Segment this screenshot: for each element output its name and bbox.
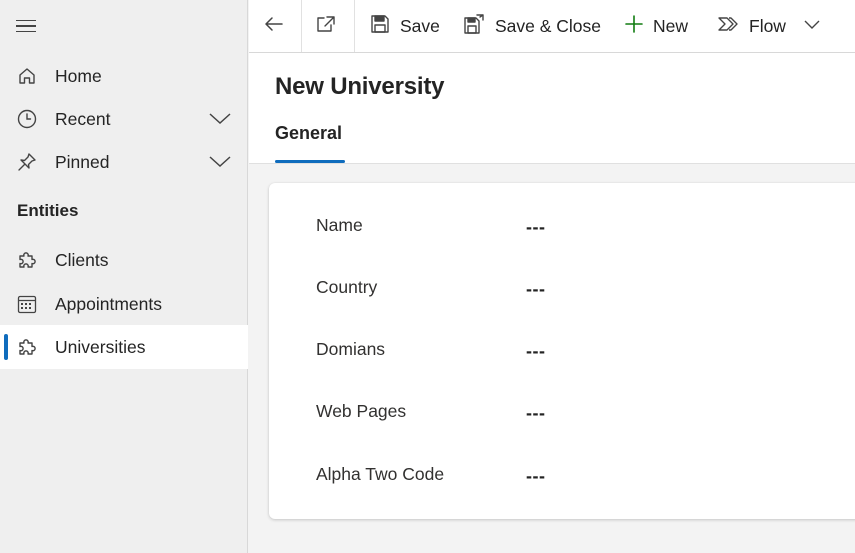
hamburger-menu-icon[interactable]: [16, 16, 38, 36]
sidebar-item-recent[interactable]: Recent: [0, 97, 248, 141]
sidebar-item-home[interactable]: Home: [0, 54, 248, 98]
sidebar-item-universities[interactable]: Universities: [0, 325, 248, 369]
toolbar-divider: [354, 0, 355, 52]
open-in-new-window-icon: [315, 14, 337, 39]
sidebar-item-label: Recent: [55, 108, 111, 129]
field-label-alpha-two-code: Alpha Two Code: [316, 464, 445, 484]
flow-button[interactable]: Flow: [717, 0, 820, 52]
save-icon: [370, 14, 390, 39]
back-button[interactable]: [263, 0, 285, 52]
field-label-country: Country: [316, 277, 378, 297]
page-title: New University: [275, 73, 445, 100]
save-and-close-icon: [463, 13, 485, 40]
field-label-name: Name: [316, 215, 363, 235]
chevron-down-icon[interactable]: [208, 112, 232, 126]
new-button-label: New: [653, 15, 689, 36]
sidebar-item-label: Clients: [55, 249, 109, 270]
save-button-label: Save: [400, 15, 440, 36]
sidebar-item-appointments[interactable]: Appointments: [0, 282, 248, 326]
chevron-down-icon[interactable]: [804, 17, 820, 35]
field-value-web-pages[interactable]: ---: [526, 403, 545, 424]
flow-icon: [717, 14, 739, 39]
arrow-left-icon: [263, 14, 285, 39]
save-and-close-label: Save & Close: [495, 15, 602, 36]
section-title-entities: Entities: [17, 201, 79, 220]
sidebar-item-label: Appointments: [55, 293, 163, 314]
pin-icon: [16, 151, 38, 173]
plus-icon: [624, 14, 644, 39]
new-button[interactable]: New: [624, 0, 688, 52]
save-button[interactable]: Save: [370, 0, 440, 52]
field-value-alpha-two-code[interactable]: ---: [526, 466, 545, 487]
sidebar-item-clients[interactable]: Clients: [0, 238, 248, 282]
field-label-web-pages: Web Pages: [316, 401, 407, 421]
puzzle-icon: [16, 249, 38, 271]
save-and-close-button[interactable]: Save & Close: [463, 0, 601, 52]
home-icon: [16, 65, 38, 87]
clock-icon: [16, 108, 38, 130]
toolbar-divider: [301, 0, 302, 52]
field-value-domains[interactable]: ---: [526, 341, 545, 362]
puzzle-icon: [16, 336, 38, 358]
field-value-name[interactable]: ---: [526, 217, 545, 238]
calendar-icon: [16, 293, 38, 315]
field-label-domains: Domians: [316, 339, 386, 359]
flow-button-label: Flow: [749, 15, 786, 36]
field-value-country[interactable]: ---: [526, 279, 545, 300]
chevron-down-icon[interactable]: [208, 155, 232, 169]
command-bar: Save Save & Close New Flow: [249, 0, 855, 53]
form-header: New University General: [249, 53, 855, 164]
sidebar-item-label: Home: [55, 65, 102, 86]
tab-selected-indicator: [275, 160, 345, 163]
sidebar: Home Recent Pinned Entities Clients Appo…: [0, 0, 248, 553]
sidebar-item-label: Universities: [55, 336, 146, 357]
sidebar-item-label: Pinned: [55, 151, 110, 172]
tab-general[interactable]: General: [275, 123, 342, 144]
sidebar-item-pinned[interactable]: Pinned: [0, 140, 248, 184]
form-section-card: Name --- Country --- Domians --- Web Pag…: [269, 183, 855, 519]
open-in-new-window-button[interactable]: [315, 0, 337, 52]
